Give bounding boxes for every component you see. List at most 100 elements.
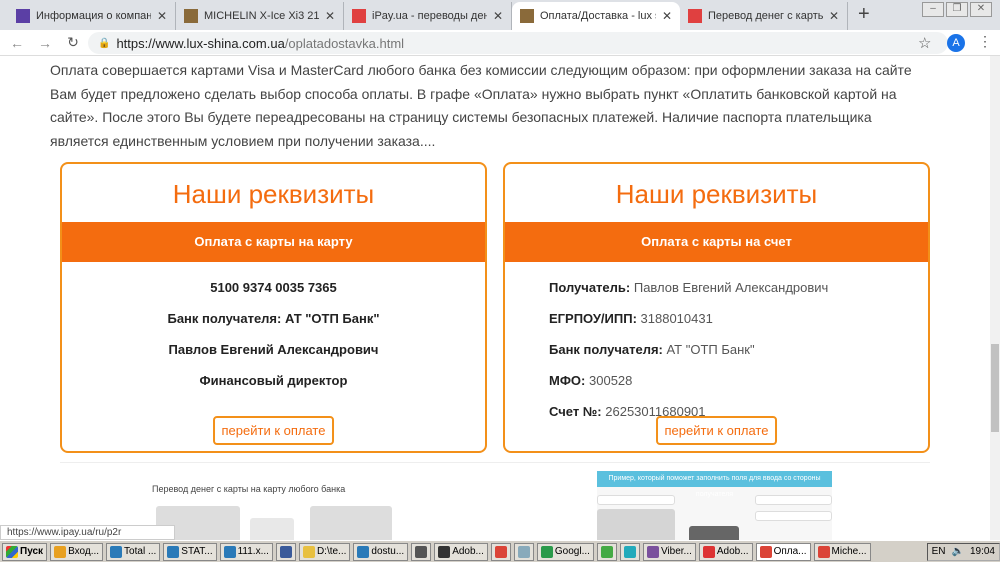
taskbar-item[interactable]: Вход...	[50, 542, 104, 561]
restore-button[interactable]: ❐	[946, 2, 968, 17]
address-bar-row: ← → ↻ 🔒 https://www.lux-shina.com.ua/opl…	[0, 30, 1000, 56]
ipay-icon	[688, 9, 702, 23]
taskbar-item[interactable]	[275, 542, 296, 561]
windows-logo-icon	[6, 545, 18, 558]
app-icon	[817, 545, 830, 558]
requisite-value: 300528	[589, 373, 633, 388]
bookmark-star-icon[interactable]: ☆	[918, 34, 931, 52]
taskbar-item[interactable]	[513, 542, 534, 561]
taskbar-item[interactable]: STAT...	[163, 542, 217, 561]
language-indicator[interactable]: EN	[932, 546, 946, 557]
app-icon	[438, 545, 451, 558]
page-content: Оплата совершается картами Visa и Master…	[0, 56, 990, 540]
close-tab-icon[interactable]: ✕	[829, 9, 839, 23]
url-input[interactable]: 🔒 https://www.lux-shina.com.ua/oplatados…	[88, 32, 948, 54]
tab-strip: Информация о компании «ТК✕MICHELIN X-Ice…	[0, 0, 1000, 30]
requisite-line: Банк получателя: АТ "ОТП Банк"	[505, 334, 928, 365]
window-controls: – ❐ ✕	[922, 2, 992, 17]
card-title: Наши реквизиты	[172, 179, 375, 209]
taskbar-item[interactable]	[490, 542, 511, 561]
windows-taskbar: Пуск Вход... Total ... STAT... 111.x... D:\t…	[0, 540, 1000, 562]
taskbar-item[interactable]: 111.x...	[219, 542, 273, 561]
requisite-value: АТ "ОТП Банк"	[666, 342, 755, 357]
clock[interactable]: 19:04	[970, 546, 995, 557]
url-path: /oplatadostavka.html	[284, 35, 405, 51]
tab-title: MICHELIN X-Ice Xi3 215/65R	[204, 10, 319, 22]
lock-icon: 🔒	[98, 37, 111, 49]
back-icon[interactable]: ←	[6, 35, 28, 51]
system-tray: EN 🔈 19:04	[926, 542, 1000, 561]
taskbar-label: Adob...	[716, 545, 749, 557]
ipay-icon	[352, 9, 366, 23]
taskbar-item[interactable]	[596, 542, 617, 561]
profile-avatar[interactable]: A	[947, 34, 965, 52]
browser-tab[interactable]: iPay.ua - переводы денег с к ✕	[344, 2, 512, 30]
minimize-button[interactable]: –	[922, 2, 944, 17]
taskbar-item[interactable]: Total ...	[106, 542, 161, 561]
app-icon	[494, 545, 507, 558]
close-tab-icon[interactable]: ✕	[325, 9, 335, 23]
app-icon	[600, 545, 613, 558]
taskbar-item[interactable]	[619, 542, 640, 561]
close-tab-icon[interactable]: ✕	[157, 9, 167, 23]
new-tab-button[interactable]: +	[858, 3, 870, 26]
scrollbar-thumb[interactable]	[991, 344, 999, 432]
requisite-label: Банк получателя:	[549, 342, 663, 357]
payment-intro-text: Оплата совершается картами Visa и Master…	[50, 62, 912, 149]
app-icon	[540, 545, 553, 558]
app-icon	[302, 545, 315, 558]
reload-icon[interactable]: ↻	[62, 34, 84, 51]
taskbar-item[interactable]: Adob...	[434, 542, 488, 561]
close-tab-icon[interactable]: ✕	[493, 9, 503, 23]
browser-tab[interactable]: Оплата/Доставка - lux shina ✕	[512, 2, 680, 30]
taskbar-label: dostu...	[371, 545, 405, 557]
taskbar-label: 111.x...	[237, 545, 269, 557]
browser-tab[interactable]: Перевод денег с карты на к ✕	[680, 2, 848, 30]
requisite-label: МФО:	[549, 373, 586, 388]
requisite-line: ЕГРПОУ/ИПП: 3188010431	[505, 303, 928, 334]
tab-title: iPay.ua - переводы денег с к	[372, 10, 487, 22]
taskbar-item[interactable]: Googl...	[536, 542, 594, 561]
taskbar-item[interactable]: Опла...	[755, 542, 811, 561]
ipay-transfer-image[interactable]: Перевод денег с карты на карту любого ба…	[152, 476, 392, 540]
taskbar-label: D:\te...	[316, 545, 347, 557]
browser-tab[interactable]: MICHELIN X-Ice Xi3 215/65R ✕	[176, 2, 344, 30]
taskbar-label: Adob...	[452, 545, 484, 557]
close-window-button[interactable]: ✕	[970, 2, 992, 17]
tab-title: Оплата/Доставка - lux shina	[540, 10, 656, 22]
card-to-account-panel: Наши реквизиты Оплата с карты на счет По…	[503, 162, 930, 453]
volume-icon[interactable]: 🔈	[952, 546, 964, 557]
start-button[interactable]: Пуск	[2, 542, 48, 561]
requisite-label: Счет №:	[549, 404, 602, 419]
taskbar-item[interactable]: Viber...	[642, 542, 696, 561]
recipient-position: Финансовый директор	[199, 373, 348, 388]
app-icon	[646, 545, 659, 558]
app-icon	[415, 545, 428, 558]
pay-button-account[interactable]: перейти к оплате	[655, 416, 778, 445]
app-icon	[623, 545, 636, 558]
lux-shina-icon	[184, 9, 198, 23]
taskbar-label: Googl...	[554, 545, 590, 557]
taskbar-item[interactable]: dostu...	[353, 542, 409, 561]
app-icon	[279, 545, 292, 558]
taskbar-label: Viber...	[660, 545, 692, 557]
taskbar-item[interactable]: Miche...	[813, 542, 871, 561]
requisite-value: Павлов Евгений Александрович	[633, 280, 829, 295]
pay-button-card[interactable]: перейти к оплате	[212, 416, 335, 445]
taskbar-item[interactable]	[411, 542, 432, 561]
taskbar-item[interactable]: D:\te...	[298, 542, 351, 561]
menu-icon[interactable]: ⋮	[978, 33, 992, 50]
browser-tab[interactable]: Информация о компании «ТК ✕	[8, 2, 176, 30]
ipay-example-image[interactable]: Пример, который поможет заполнить поля д…	[597, 471, 832, 540]
vertical-scrollbar[interactable]	[990, 56, 1000, 540]
tab-title: Перевод денег с карты на к	[708, 10, 823, 22]
app-icon	[759, 545, 772, 558]
forward-icon[interactable]: →	[34, 35, 56, 51]
requisite-label: ЕГРПОУ/ИПП:	[549, 311, 637, 326]
close-tab-icon[interactable]: ✕	[662, 9, 672, 23]
taskbar-item[interactable]: Adob...	[698, 542, 753, 561]
lux-shina-icon	[520, 9, 534, 23]
taskbar-label: Total ...	[124, 545, 157, 557]
taskbar-label: STAT...	[181, 545, 213, 557]
purple-square-icon	[16, 9, 30, 23]
